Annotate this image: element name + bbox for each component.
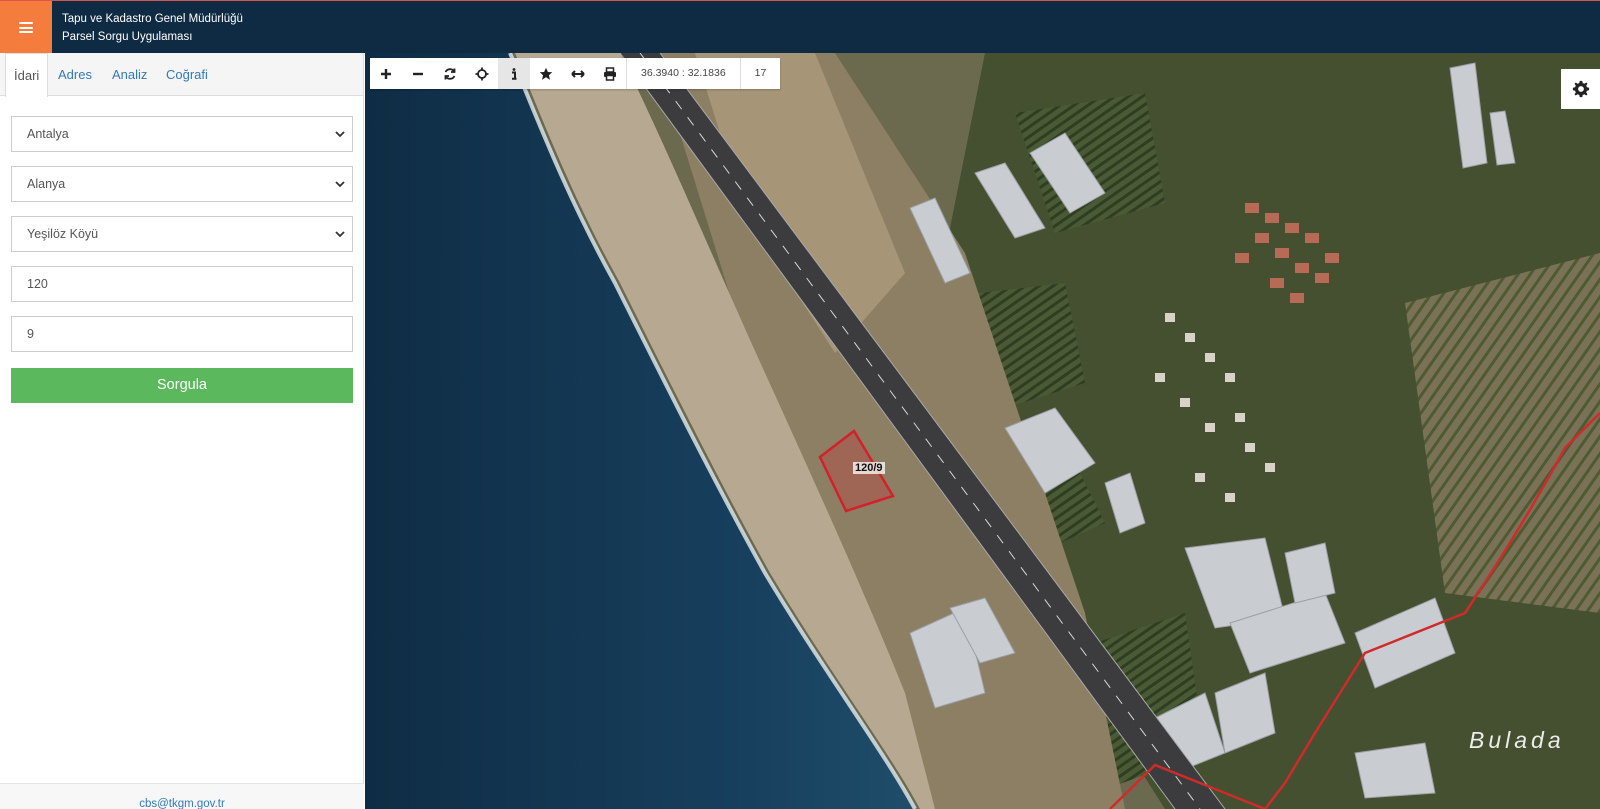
block-number-value: 120 — [27, 277, 48, 291]
satellite-map[interactable] — [365, 53, 1600, 809]
zoom-in-button[interactable] — [370, 58, 402, 89]
zoom-in-icon — [381, 68, 391, 79]
tab-idari[interactable]: İdari — [5, 53, 49, 97]
print-icon — [604, 66, 616, 81]
locate-button[interactable] — [466, 58, 498, 89]
refresh-button[interactable] — [434, 58, 466, 89]
hamburger-icon — [19, 22, 33, 33]
tab-adres[interactable]: Adres — [58, 53, 92, 96]
star-icon — [539, 67, 553, 80]
parcel-number-input[interactable]: 9 — [11, 316, 353, 352]
district-select-value: Alanya — [27, 177, 66, 191]
settings-button[interactable] — [1561, 69, 1600, 109]
query-sidebar: İdari Adres Analiz Coğrafi Antalya Alany… — [0, 53, 364, 809]
coordinate-readout: 36.3940 : 32.1836 — [626, 58, 740, 89]
tab-cografi[interactable]: Coğrafi — [166, 53, 208, 96]
locate-icon — [475, 67, 489, 80]
info-button[interactable] — [498, 58, 530, 89]
parcel-label: 120/9 — [853, 462, 885, 474]
tab-analiz[interactable]: Analiz — [112, 53, 147, 96]
favorite-button[interactable] — [530, 58, 562, 89]
measure-icon — [571, 69, 585, 78]
province-select[interactable]: Antalya — [11, 116, 353, 152]
app-title-line1: Tapu ve Kadastro Genel Müdürlüğü — [62, 13, 243, 25]
chevron-down-icon — [335, 131, 345, 138]
parcel-number-value: 9 — [27, 327, 34, 341]
gear-icon — [1572, 80, 1589, 98]
menu-button[interactable] — [0, 1, 52, 54]
contact-email-link[interactable]: cbs@tkgm.gov.tr — [139, 798, 225, 809]
place-label: Bulada — [1469, 727, 1565, 753]
sidebar-tabs: İdari Adres Analiz Coğrafi — [0, 53, 363, 97]
district-select[interactable]: Alanya — [11, 166, 353, 202]
zoom-level-readout: 17 — [739, 58, 781, 89]
map-view[interactable]: 120/9 Bulada 36.3940 : 32.1836 17 — [365, 53, 1600, 809]
app-title-line2: Parsel Sorgu Uygulaması — [62, 31, 193, 43]
app-header: Tapu ve Kadastro Genel Müdürlüğü Parsel … — [0, 0, 1600, 54]
chevron-down-icon — [335, 181, 345, 188]
measure-button[interactable] — [562, 58, 594, 89]
neighborhood-select-value: Yeşilöz Köyü — [27, 227, 99, 241]
app-title: Tapu ve Kadastro Genel Müdürlüğü Parsel … — [62, 10, 243, 46]
refresh-icon — [444, 67, 456, 80]
block-number-input[interactable]: 120 — [11, 266, 353, 302]
zoom-out-button[interactable] — [402, 58, 434, 89]
info-icon — [512, 67, 517, 80]
sidebar-footer: cbs@tkgm.gov.tr — [0, 783, 364, 809]
neighborhood-select[interactable]: Yeşilöz Köyü — [11, 216, 353, 252]
chevron-down-icon — [335, 231, 345, 238]
zoom-out-icon — [413, 72, 423, 75]
query-button[interactable]: Sorgula — [11, 368, 353, 403]
map-toolbar: 36.3940 : 32.1836 17 — [370, 58, 781, 89]
province-select-value: Antalya — [27, 127, 69, 141]
print-button[interactable] — [594, 58, 626, 89]
